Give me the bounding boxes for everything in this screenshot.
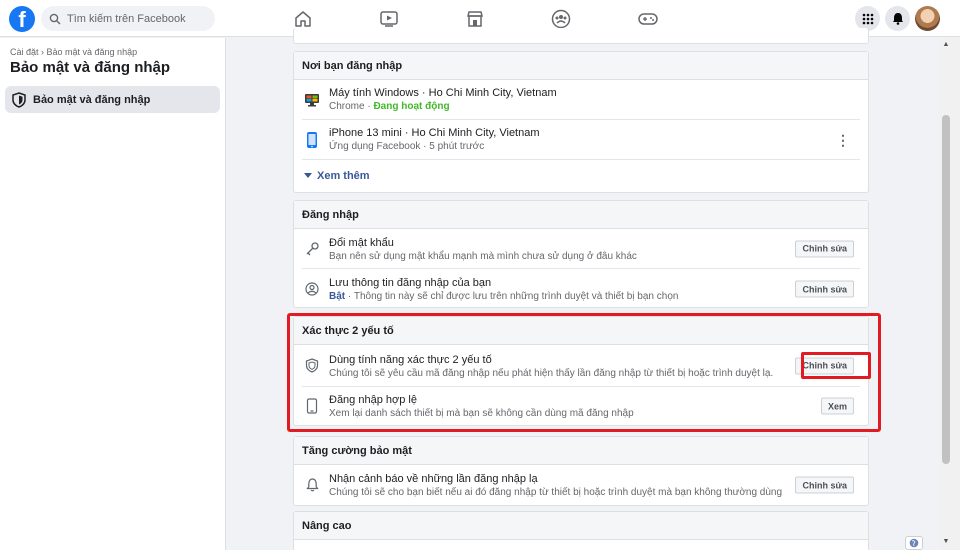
session-device: iPhone 13 mini · Ho Chi Minh City, Vietn… [329, 127, 540, 139]
settings-sidebar: Cài đặt › Bảo mật và đăng nhập Bảo mật v… [0, 38, 226, 550]
login-card: Đăng nhập Đổi mật khẩu Bạn nên sử dụng m… [293, 200, 869, 308]
row-title: Lưu thông tin đăng nhập của bạn [329, 277, 492, 289]
section-title: Xác thực 2 yếu tố [294, 317, 868, 345]
previous-section-card [293, 28, 869, 44]
search-icon [49, 13, 61, 24]
session-device: Máy tính Windows · Ho Chi Minh City, Vie… [329, 87, 557, 99]
save-login-edit-button[interactable]: Chỉnh sửa [795, 280, 854, 298]
search-input[interactable] [67, 12, 207, 25]
session-active-status: Đang hoạt động [373, 101, 450, 112]
row-description: Chúng tôi sẽ yêu cầu mã đăng nhập nếu ph… [329, 368, 774, 379]
saved-login-status: Bật [329, 291, 346, 302]
search-box[interactable] [41, 6, 215, 31]
avatar[interactable] [915, 6, 940, 31]
session-meta: Chrome · Đang hoạt động [329, 101, 450, 112]
two-factor-card: Xác thực 2 yếu tố Dùng tính năng xác thự… [293, 316, 869, 426]
see-more-label: Xem thêm [317, 170, 370, 182]
page-title: Bảo mật và đăng nhập [10, 59, 171, 76]
extra-security-card: Tăng cường bảo mật Nhận cảnh báo về nhữn… [293, 436, 869, 506]
more-options-icon[interactable]: ⋮ [836, 133, 850, 147]
change-password-edit-button[interactable]: Chỉnh sửa [795, 240, 854, 257]
row-description-text: · Thông tin này sẽ chỉ được lưu trên nhữ… [345, 291, 679, 302]
bell-icon [304, 477, 320, 493]
session-app: Chrome · [329, 101, 374, 112]
settings-row: Đăng nhập hợp lệ Xem lại danh sách thiết… [302, 387, 860, 425]
user-circle-icon [304, 281, 320, 297]
device-icon [304, 398, 320, 414]
authorized-logins-view-button[interactable]: Xem [820, 397, 854, 415]
settings-row: Lưu thông tin đăng nhập của bạn Bật · Th… [302, 269, 860, 309]
shield-icon [304, 358, 320, 374]
desktop-icon [304, 92, 320, 108]
session-row[interactable]: Máy tính Windows · Ho Chi Minh City, Vie… [302, 80, 860, 120]
scroll-up-arrow-icon[interactable]: ▲ [942, 41, 950, 48]
key-icon [304, 241, 320, 257]
session-row[interactable]: iPhone 13 mini · Ho Chi Minh City, Vietn… [302, 120, 860, 160]
section-title: Nơi bạn đăng nhập [294, 52, 868, 80]
advanced-card: Nâng cao [293, 511, 869, 550]
facebook-logo[interactable]: f [9, 6, 35, 32]
sidebar-item-label: Bảo mật và đăng nhập [33, 93, 151, 106]
sidebar-item-security-login[interactable]: Bảo mật và đăng nhập [5, 86, 220, 113]
two-factor-edit-button[interactable]: Chỉnh sửa [795, 357, 854, 374]
caret-down-icon [304, 173, 312, 178]
section-title: Tăng cường bảo mật [294, 437, 868, 465]
scroll-down-arrow-icon[interactable]: ▼ [942, 538, 950, 545]
row-description: Xem lại danh sách thiết bị mà bạn sẽ khô… [329, 408, 634, 419]
see-more-link[interactable]: Xem thêm [294, 160, 868, 192]
globe-icon[interactable] [905, 536, 923, 550]
phone-icon [304, 131, 320, 148]
row-title: Đăng nhập hợp lệ [329, 394, 417, 406]
login-alerts-edit-button[interactable]: Chỉnh sửa [795, 476, 854, 494]
row-title: Nhận cảnh báo về những lần đăng nhập lạ [329, 473, 538, 485]
scrollbar-thumb[interactable] [942, 115, 950, 464]
session-meta: Ứng dụng Facebook · 5 phút trước [329, 141, 485, 152]
section-title: Nâng cao [294, 512, 868, 540]
settings-row: Đổi mật khẩu Bạn nên sử dụng mật khẩu mạ… [302, 229, 860, 269]
breadcrumb[interactable]: Cài đặt › Bảo mật và đăng nhập [10, 47, 137, 57]
row-description: Bật · Thông tin này sẽ chỉ được lưu trên… [329, 291, 678, 302]
settings-row: Dùng tính năng xác thực 2 yếu tố Chúng t… [302, 345, 860, 387]
notification-bell-icon[interactable] [885, 6, 910, 31]
row-description: Chúng tôi sẽ cho bạn biết nếu ai đó đăng… [329, 487, 783, 498]
settings-row: Nhận cảnh báo về những lần đăng nhập lạ … [302, 465, 860, 505]
row-title: Dùng tính năng xác thực 2 yếu tố [329, 354, 492, 366]
section-title: Đăng nhập [294, 201, 868, 229]
login-locations-card: Nơi bạn đăng nhập Máy tính Windows · Ho … [293, 51, 869, 193]
row-title: Đổi mật khẩu [329, 237, 394, 249]
shield-icon [12, 91, 26, 108]
row-description: Bạn nên sử dụng mật khẩu mạnh mà mình ch… [329, 251, 637, 262]
